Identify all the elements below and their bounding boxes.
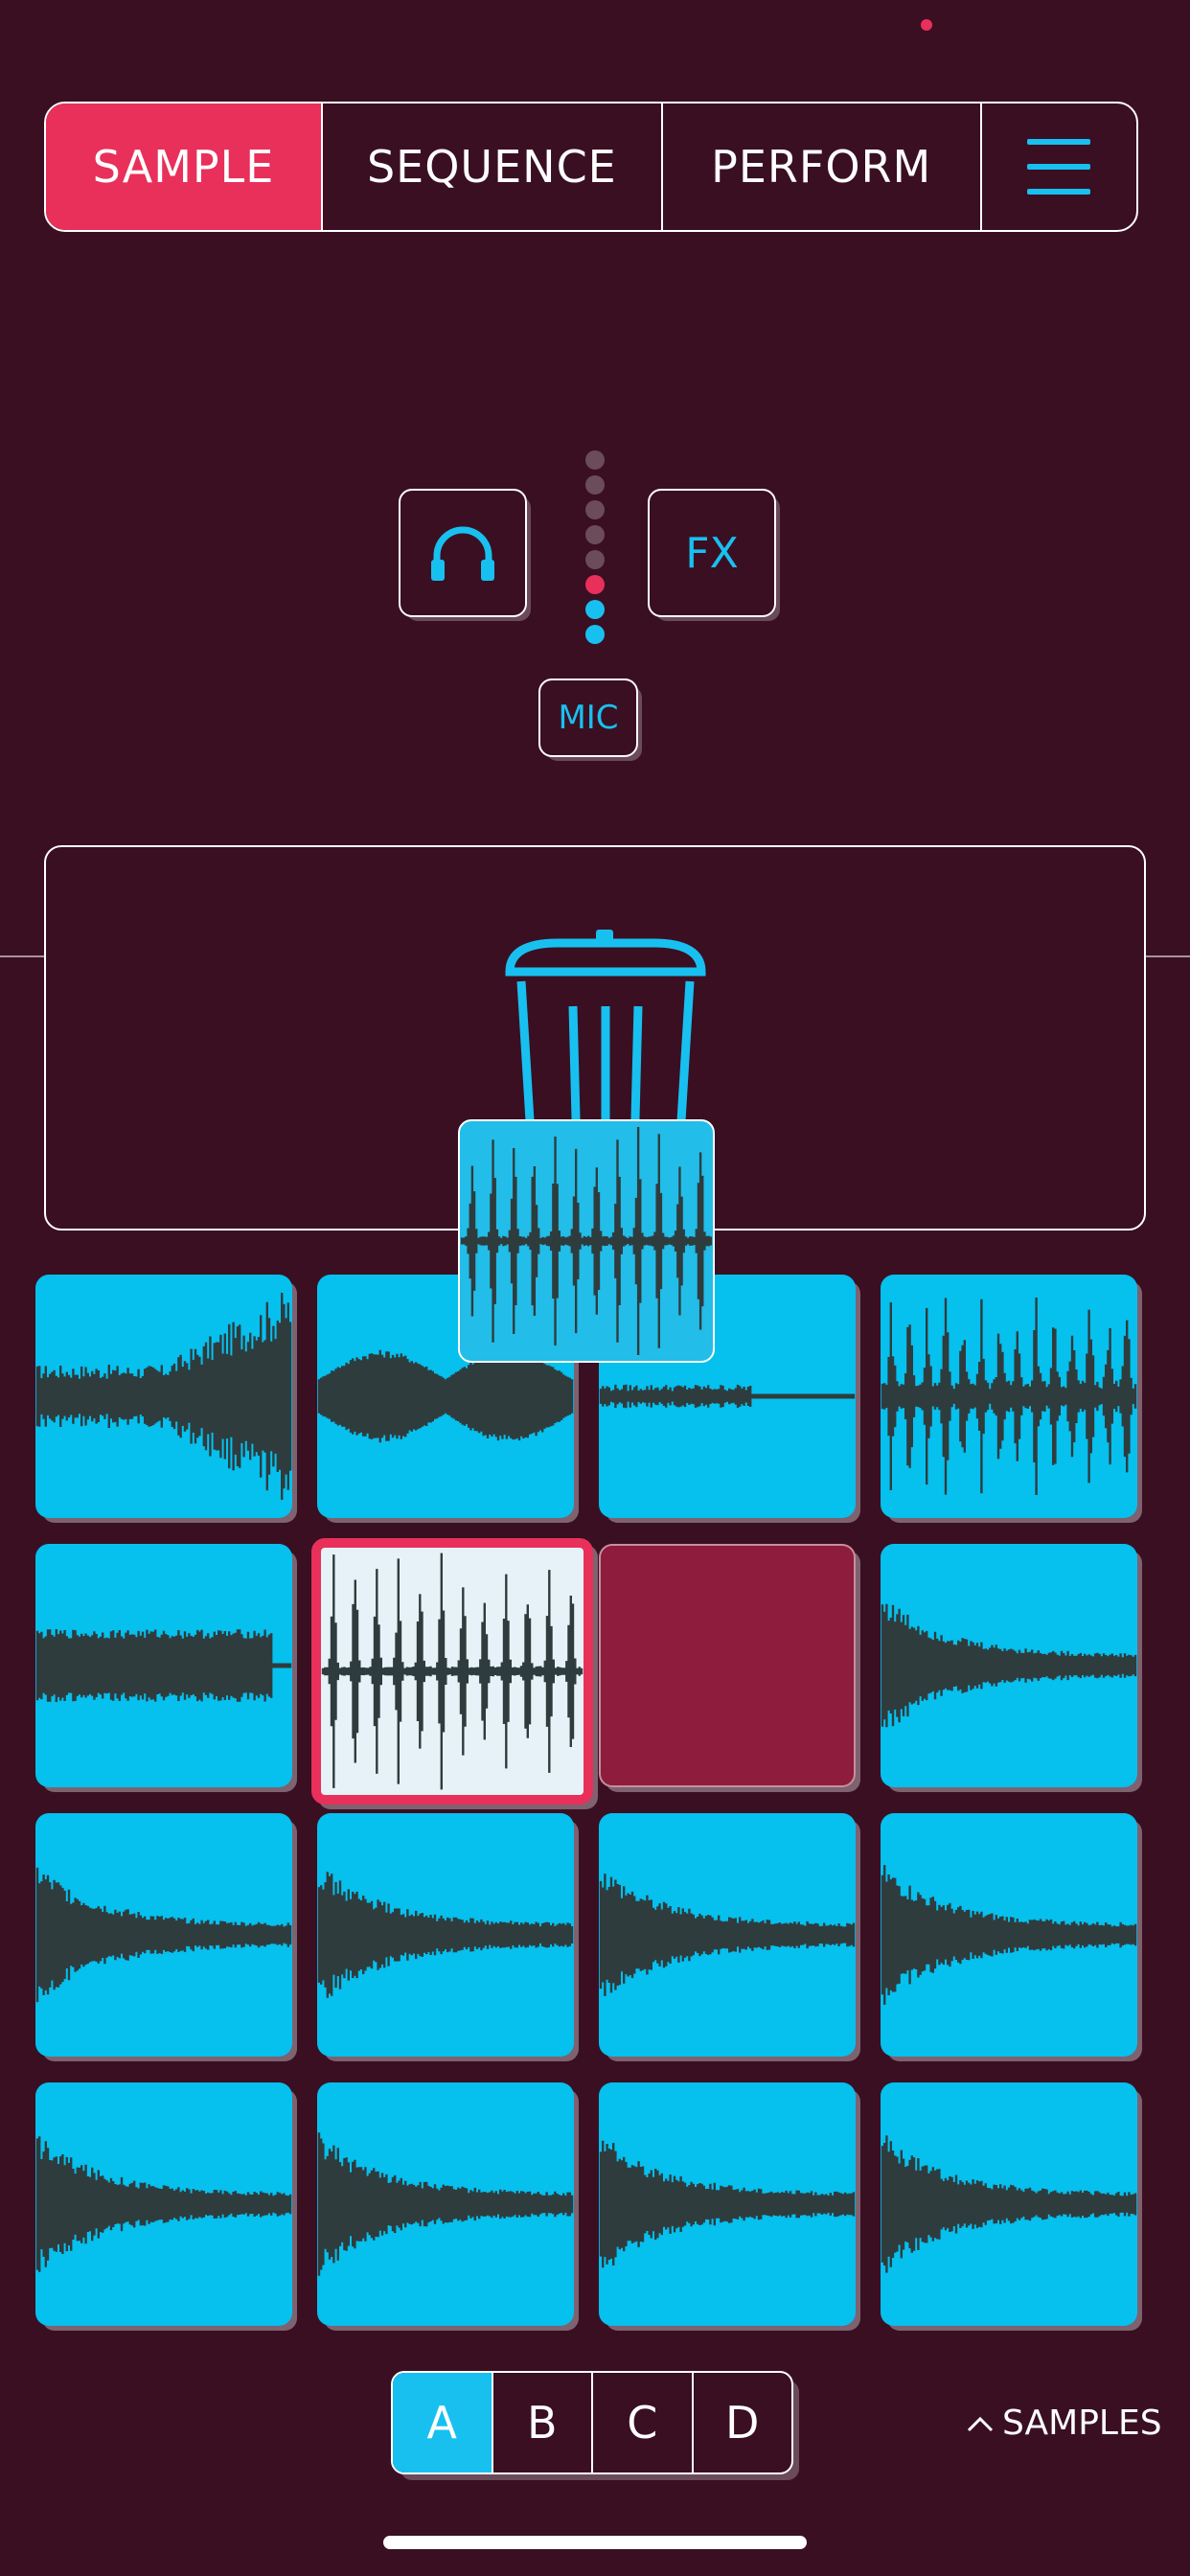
bank-selector: A B C D bbox=[391, 2371, 793, 2474]
waveform bbox=[881, 1865, 1137, 2005]
divider-right bbox=[1146, 955, 1190, 957]
bank-d-button[interactable]: D bbox=[694, 2373, 792, 2472]
waveform bbox=[460, 1127, 713, 1355]
waveform bbox=[317, 2132, 574, 2276]
monitor-button[interactable] bbox=[399, 489, 527, 617]
divider-left bbox=[0, 955, 44, 957]
bank-c-button[interactable]: C bbox=[593, 2373, 694, 2472]
tab-perform[interactable]: PERFORM bbox=[663, 104, 982, 230]
sample-pad-9[interactable] bbox=[35, 1813, 292, 2057]
level-meter-dot bbox=[585, 600, 605, 619]
sample-pad-1[interactable] bbox=[35, 1275, 292, 1518]
waveform bbox=[35, 1293, 292, 1500]
level-meter-dot bbox=[585, 475, 605, 494]
tab-sample[interactable]: SAMPLE bbox=[46, 104, 323, 230]
sample-pad-6[interactable] bbox=[311, 1538, 593, 1805]
hamburger-menu-icon bbox=[1027, 139, 1091, 195]
waveform bbox=[317, 1872, 574, 1998]
waveform bbox=[599, 2140, 856, 2268]
recording-indicator-dot bbox=[921, 19, 932, 31]
sample-pad-14[interactable] bbox=[317, 2082, 574, 2326]
sample-pad-5[interactable] bbox=[35, 1544, 292, 1787]
mic-button[interactable]: MIC bbox=[538, 678, 638, 757]
fx-label: FX bbox=[685, 528, 739, 578]
level-meter-dot bbox=[585, 575, 605, 594]
level-meter-dot bbox=[585, 500, 605, 519]
waveform bbox=[881, 1298, 1137, 1495]
waveform bbox=[881, 2135, 1137, 2273]
sample-pad-13[interactable] bbox=[35, 2082, 292, 2326]
level-meter-dot bbox=[585, 525, 605, 544]
waveform bbox=[35, 1867, 292, 2003]
home-indicator bbox=[383, 2536, 807, 2549]
waveform bbox=[35, 2136, 292, 2272]
dragged-sample-pad[interactable] bbox=[458, 1119, 715, 1363]
mode-tab-bar: SAMPLE SEQUENCE PERFORM bbox=[44, 102, 1138, 232]
sample-pad-12[interactable] bbox=[881, 1813, 1137, 2057]
waveform bbox=[599, 1874, 856, 1996]
bank-b-button[interactable]: B bbox=[493, 2373, 593, 2472]
level-meter-dot bbox=[585, 550, 605, 569]
sample-pad-8[interactable] bbox=[881, 1544, 1137, 1787]
sample-pad-4[interactable] bbox=[881, 1275, 1137, 1518]
waveform bbox=[321, 1552, 584, 1790]
tab-sequence[interactable]: SEQUENCE bbox=[323, 104, 663, 230]
level-meter-dot bbox=[585, 625, 605, 644]
headphones-icon bbox=[431, 526, 494, 581]
sample-pad-16[interactable] bbox=[881, 2082, 1137, 2326]
sample-pad-7[interactable] bbox=[599, 1544, 856, 1787]
sample-pad-15[interactable] bbox=[599, 2082, 856, 2326]
samples-drawer-toggle[interactable]: SAMPLES bbox=[966, 2404, 1162, 2443]
fx-button[interactable]: FX bbox=[648, 489, 776, 617]
bank-a-button[interactable]: A bbox=[393, 2373, 493, 2472]
level-meter-dot bbox=[585, 450, 605, 470]
chevron-up-icon bbox=[967, 2416, 994, 2431]
sample-pad-11[interactable] bbox=[599, 1813, 856, 2057]
sample-pad-10[interactable] bbox=[317, 1813, 574, 2057]
waveform bbox=[35, 1629, 292, 1702]
samples-label: SAMPLES bbox=[1002, 2404, 1162, 2443]
menu-button[interactable] bbox=[982, 104, 1136, 230]
mic-label: MIC bbox=[558, 699, 619, 737]
waveform bbox=[881, 1603, 1137, 1728]
